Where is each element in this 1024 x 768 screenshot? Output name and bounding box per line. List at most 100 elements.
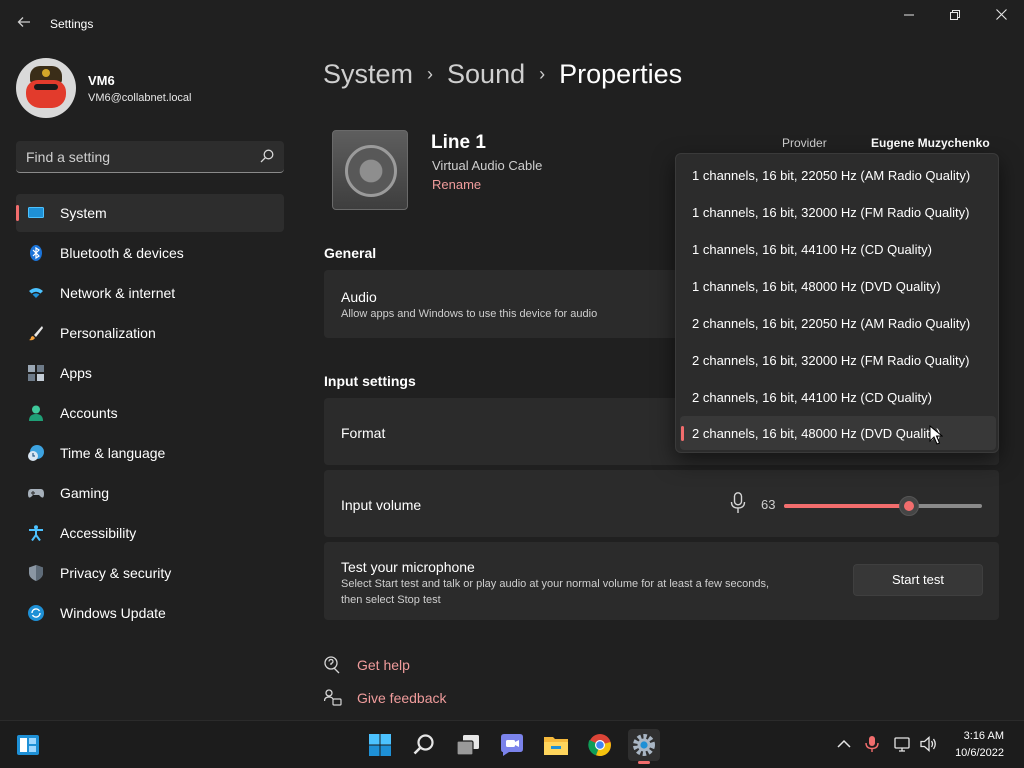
help-icon [324, 656, 340, 674]
format-option[interactable]: 2 channels, 16 bit, 22050 Hz (AM Radio Q… [680, 306, 996, 340]
file-explorer-button[interactable] [540, 729, 572, 761]
apps-icon [28, 365, 44, 381]
close-icon [995, 9, 1007, 20]
taskbar-search-button[interactable] [408, 729, 440, 761]
input-volume-slider[interactable] [784, 496, 982, 516]
sidebar-item-label: Bluetooth & devices [60, 245, 184, 261]
test-microphone-description-line1: Select Start test and talk or play audio… [341, 578, 769, 590]
sidebar-item-accessibility[interactable]: Accessibility [16, 514, 284, 552]
sidebar-item-label: Personalization [60, 325, 156, 341]
format-option[interactable]: 1 channels, 16 bit, 32000 Hz (FM Radio Q… [680, 195, 996, 229]
clock-time[interactable]: 3:16 AM [964, 730, 1004, 742]
sidebar-item-bluetooth[interactable]: Bluetooth & devices [16, 234, 284, 272]
provider-value: Eugene Muzychenko [871, 136, 990, 150]
minimize-button[interactable] [886, 4, 932, 28]
page-title: Properties [559, 59, 683, 90]
search-icon [260, 149, 274, 163]
provider-label: Provider [782, 136, 827, 150]
start-button[interactable] [364, 729, 396, 761]
give-feedback-link[interactable]: Give feedback [324, 687, 484, 709]
network-icon[interactable] [894, 735, 912, 753]
mouse-cursor-icon [929, 425, 943, 445]
test-microphone-card: Test your microphone Select Start test a… [324, 542, 999, 620]
avatar [16, 58, 76, 118]
test-microphone-title: Test your microphone [341, 559, 475, 575]
microphone-icon[interactable] [863, 735, 881, 753]
restore-button[interactable] [932, 4, 978, 28]
sidebar-item-privacy-security[interactable]: Privacy & security [16, 554, 284, 592]
app-title: Settings [50, 17, 94, 31]
format-option[interactable]: 2 channels, 16 bit, 44100 Hz (CD Quality… [680, 380, 996, 414]
format-option[interactable]: 2 channels, 16 bit, 32000 Hz (FM Radio Q… [680, 343, 996, 377]
slider-thumb[interactable] [898, 496, 919, 516]
format-option-label: 1 channels, 16 bit, 48000 Hz (DVD Qualit… [692, 279, 941, 294]
profile-email: VM6@collabnet.local [88, 92, 192, 104]
format-dropdown-list: 1 channels, 16 bit, 22050 Hz (AM Radio Q… [675, 153, 999, 453]
format-option-label: 2 channels, 16 bit, 48000 Hz (DVD Qualit… [692, 426, 941, 441]
format-option-label: 1 channels, 16 bit, 32000 Hz (FM Radio Q… [692, 205, 970, 220]
sidebar-item-label: Apps [60, 365, 92, 381]
volume-icon[interactable] [920, 735, 938, 753]
title-bar: Settings [0, 0, 1024, 48]
arrow-left-icon [17, 17, 30, 27]
search-input[interactable] [26, 147, 246, 167]
breadcrumb-system[interactable]: System [323, 59, 413, 90]
get-help-link[interactable]: Get help [324, 654, 464, 676]
chat-button[interactable] [496, 729, 528, 761]
format-option[interactable]: 1 channels, 16 bit, 44100 Hz (CD Quality… [680, 232, 996, 266]
format-option[interactable]: 1 channels, 16 bit, 22050 Hz (AM Radio Q… [680, 158, 996, 192]
microphone-icon[interactable] [730, 492, 746, 514]
sidebar-item-network[interactable]: Network & internet [16, 274, 284, 312]
brush-icon [29, 326, 43, 341]
close-button[interactable] [978, 4, 1024, 28]
get-help-label: Get help [357, 657, 410, 673]
device-image [330, 128, 410, 212]
sidebar-item-gaming[interactable]: Gaming [16, 474, 284, 512]
sidebar-item-personalization[interactable]: Personalization [16, 314, 284, 352]
back-button[interactable] [12, 10, 36, 34]
sidebar-item-time-language[interactable]: Time & language [16, 434, 284, 472]
sidebar-nav: System Bluetooth & devices Network & int… [16, 194, 284, 634]
accessibility-icon [29, 525, 43, 541]
format-label: Format [341, 425, 386, 441]
chat-icon [501, 734, 523, 756]
search-box[interactable] [16, 141, 284, 173]
feedback-icon [324, 689, 342, 706]
chevron-right-icon: › [539, 64, 546, 85]
format-option-label: 1 channels, 16 bit, 44100 Hz (CD Quality… [692, 242, 932, 257]
sidebar-item-label: Privacy & security [60, 565, 172, 581]
sidebar-item-apps[interactable]: Apps [16, 354, 284, 392]
sidebar-item-system[interactable]: System [16, 194, 284, 232]
start-test-button[interactable]: Start test [853, 564, 983, 596]
widgets-button[interactable] [12, 729, 44, 761]
sidebar-item-label: Gaming [60, 485, 110, 501]
widgets-icon [17, 735, 39, 755]
slider-fill [784, 504, 909, 508]
profile-name: VM6 [88, 73, 115, 88]
sidebar-item-accounts[interactable]: Accounts [16, 394, 284, 432]
chevron-up-icon[interactable] [835, 735, 853, 753]
chrome-button[interactable] [584, 729, 616, 761]
format-option-label: 2 channels, 16 bit, 44100 Hz (CD Quality… [692, 390, 932, 405]
sidebar-item-label: Accessibility [60, 525, 137, 541]
task-view-icon [456, 735, 479, 756]
clock-date[interactable]: 10/6/2022 [955, 747, 1004, 759]
wifi-icon [29, 288, 43, 298]
chrome-icon [588, 734, 611, 757]
test-microphone-description-line2: then select Stop test [341, 594, 441, 606]
input-settings-title: Input settings [324, 373, 416, 389]
settings-button[interactable] [628, 729, 660, 764]
task-view-button[interactable] [452, 729, 484, 761]
rename-link[interactable]: Rename [432, 177, 481, 192]
sidebar-item-windows-update[interactable]: Windows Update [16, 594, 284, 632]
settings-icon [633, 734, 655, 756]
clock-globe-icon [28, 445, 44, 461]
start-icon [369, 734, 391, 756]
format-option[interactable]: 1 channels, 16 bit, 48000 Hz (DVD Qualit… [680, 269, 996, 303]
sidebar-item-label: Accounts [60, 405, 118, 421]
user-profile[interactable]: VM6 VM6@collabnet.local [16, 58, 286, 118]
breadcrumb-sound[interactable]: Sound [447, 59, 525, 90]
format-option-selected[interactable]: 2 channels, 16 bit, 48000 Hz (DVD Qualit… [680, 416, 996, 450]
bluetooth-icon [30, 245, 42, 261]
general-section-title: General [324, 245, 377, 261]
